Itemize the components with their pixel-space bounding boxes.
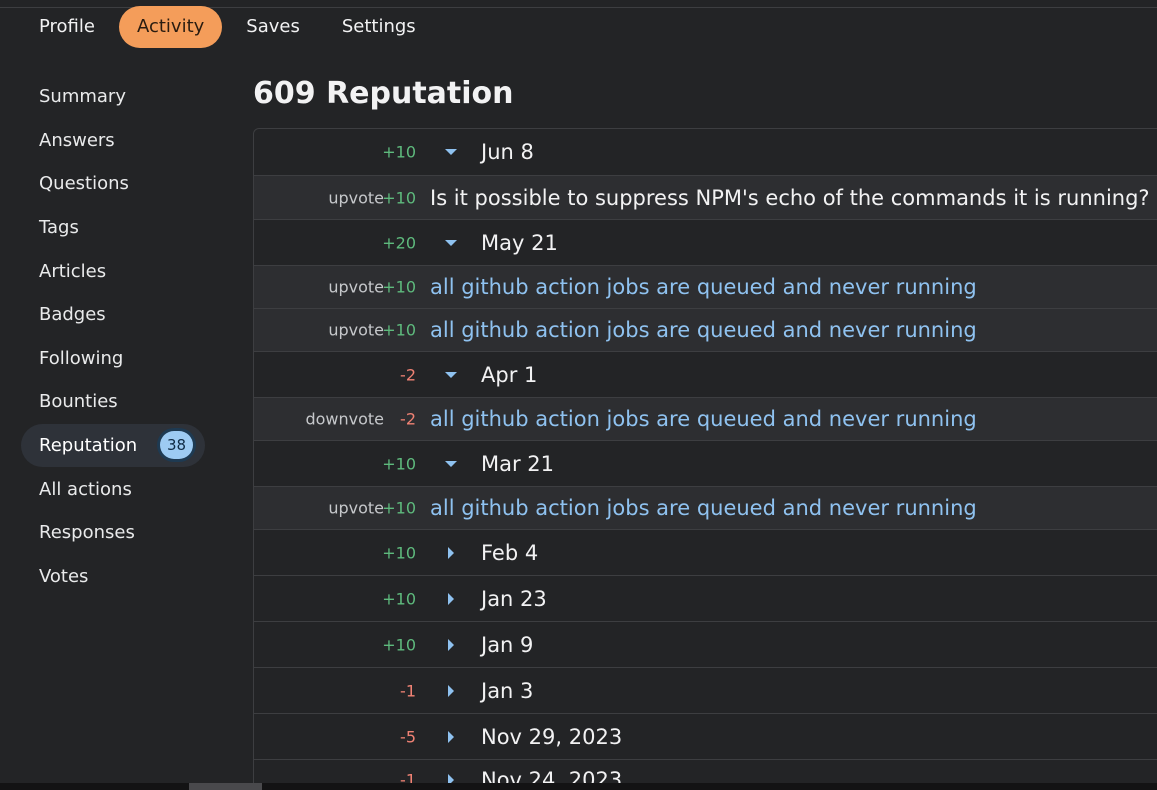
reputation-day-row[interactable]: +10 Mar 21 [254,440,1157,486]
sidebar-item-label: Reputation [39,435,138,457]
reputation-day-row[interactable]: +10 Jan 23 [254,575,1157,621]
caret-right-icon[interactable] [444,638,458,652]
reputation-event-row: downvote -2 all github action jobs are que… [254,397,1157,440]
post-title-link[interactable]: all github action jobs are queued and ne… [430,275,977,299]
sidebar-item-bounties[interactable]: Bounties [21,380,205,424]
reputation-day-row[interactable]: -2 Apr 1 [254,351,1157,397]
post-title[interactable]: Is it possible to suppress NPM's echo of… [430,186,1150,210]
caret-down-icon[interactable] [444,368,458,382]
caret-down-icon[interactable] [444,457,458,471]
reputation-change-amount: -2 [400,409,416,429]
day-date-label: Jun 8 [481,140,534,164]
reputation-event-row: upvote +10 all github action jobs are queu… [254,265,1157,308]
sidebar-item-questions[interactable]: Questions [21,162,205,206]
day-date-label: Feb 4 [481,540,539,565]
reputation-day-row[interactable]: +10 Feb 4 [254,529,1157,575]
vote-type-label: downvote [305,409,384,429]
day-date-label: Jan 3 [481,678,534,703]
sidebar-item-answers[interactable]: Answers [21,119,205,163]
reputation-change-amount: +10 [382,635,416,654]
tab-settings[interactable]: Settings [324,6,434,48]
post-title-link[interactable]: all github action jobs are queued and ne… [430,407,977,431]
reputation-change-amount: -5 [400,727,416,746]
reputation-event-row: upvote +10 all github action jobs are queu… [254,486,1157,529]
reputation-change-amount: +10 [382,543,416,562]
reputation-change-amount: -2 [400,365,416,384]
day-date-label: May 21 [481,230,558,255]
caret-down-icon[interactable] [444,236,458,250]
caret-right-icon[interactable] [444,730,458,744]
reputation-change-amount: +10 [382,277,416,297]
sidebar-item-all-actions[interactable]: All actions [21,467,205,511]
post-title-link[interactable]: all github action jobs are queued and ne… [430,318,977,342]
day-date-label: Jan 23 [481,586,547,611]
reputation-history-table: +10 Jun 8 upvote +10 Is it possible to suppr… [253,128,1157,784]
reputation-change-amount: +10 [382,320,416,340]
reputation-change-amount: +10 [382,142,416,162]
post-title-link[interactable]: all github action jobs are queued and ne… [430,496,977,520]
sidebar-item-reputation[interactable]: Reputation 38 [21,423,205,468]
tab-activity[interactable]: Activity [118,6,223,48]
sidebar-item-responses[interactable]: Responses [21,511,205,555]
reputation-event-row: upvote +10 Is it possible to suppress NPM'… [254,175,1157,219]
caret-down-icon[interactable] [444,145,458,159]
sidebar-item-following[interactable]: Following [21,337,205,381]
reputation-change-amount: +20 [382,233,416,252]
vote-type-label: upvote [328,320,384,340]
day-date-label: Apr 1 [481,362,538,387]
day-date-label: Nov 24, 2023 [481,767,623,784]
profile-tabs: Profile Activity Saves Settings [21,6,440,48]
day-date-label: Mar 21 [481,451,555,476]
reputation-day-row[interactable]: -5 Nov 29, 2023 [254,713,1157,759]
caret-right-icon[interactable] [444,684,458,698]
sidebar-item-badges[interactable]: Badges [21,293,205,337]
vote-type-label: upvote [328,188,384,207]
caret-right-icon[interactable] [444,592,458,606]
tab-saves[interactable]: Saves [228,6,318,48]
reputation-day-row[interactable]: +20 May 21 [254,219,1157,265]
reputation-change-amount: +10 [382,188,416,207]
tab-profile[interactable]: Profile [21,6,113,48]
day-date-label: Jan 9 [481,632,534,657]
vote-type-label: upvote [328,277,384,297]
reputation-day-row[interactable]: -1 Jan 3 [254,667,1157,713]
horizontal-scrollbar-thumb[interactable] [189,783,262,790]
reputation-change-amount: +10 [382,589,416,608]
sidebar-item-tags[interactable]: Tags [21,206,205,250]
sidebar-item-summary[interactable]: Summary [21,75,205,119]
page-title: 609 Reputation [253,76,514,111]
vote-type-label: upvote [328,498,384,518]
reputation-day-row[interactable]: -1 Nov 24, 2023 [254,759,1157,784]
horizontal-scrollbar-track[interactable] [0,783,1157,790]
reputation-change-amount: +10 [382,454,416,473]
sidebar-item-articles[interactable]: Articles [21,249,205,293]
activity-sidebar: Summary Answers Questions Tags Articles … [21,75,205,598]
reputation-count-badge: 38 [160,430,193,459]
day-date-label: Nov 29, 2023 [481,724,623,749]
reputation-change-amount: -1 [400,681,416,700]
reputation-day-row[interactable]: +10 Jan 9 [254,621,1157,667]
reputation-event-row: upvote +10 all github action jobs are queu… [254,308,1157,351]
reputation-day-row[interactable]: +10 Jun 8 [254,129,1157,175]
sidebar-item-votes[interactable]: Votes [21,555,205,599]
reputation-change-amount: +10 [382,498,416,518]
caret-right-icon[interactable] [444,546,458,560]
reputation-change-amount: -1 [400,770,416,784]
